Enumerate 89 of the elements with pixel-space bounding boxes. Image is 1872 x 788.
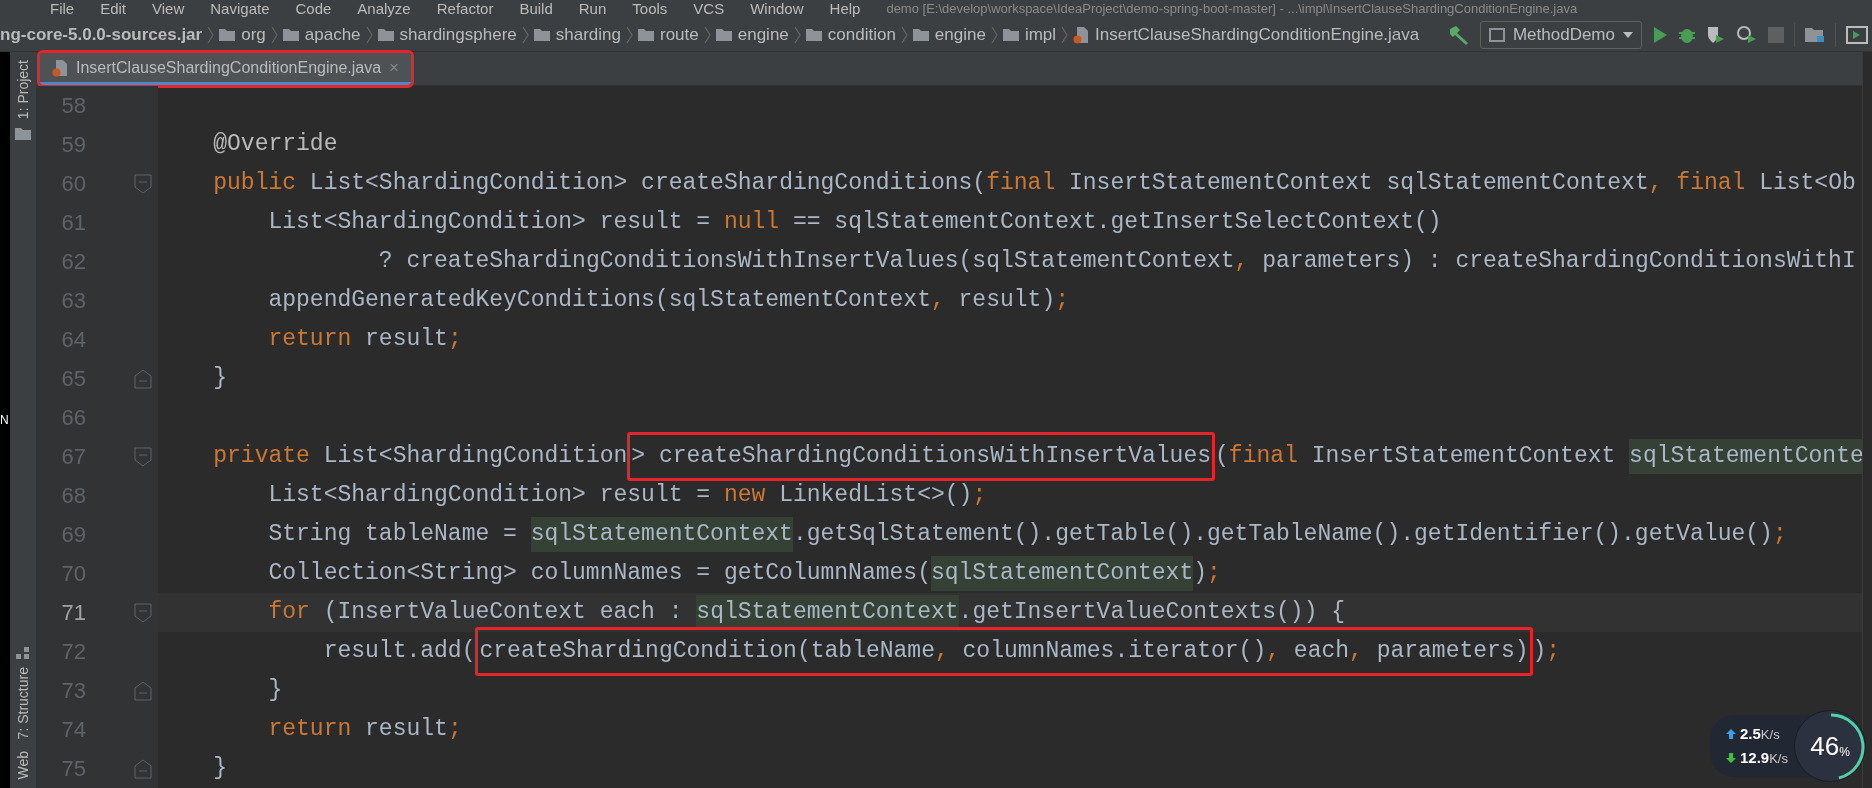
code-token: ; — [1772, 520, 1787, 550]
code-token: ; — [1546, 637, 1561, 667]
code-token: sqlStatementContext — [530, 517, 793, 552]
code-token: ; — [447, 715, 462, 745]
window-title: demo [E:\develop\workspace\IdeaProject\demo-spring-boot-master] - ...\impl\InsertClauseShardingConditionEngine.java — [886, 0, 1578, 18]
code-token: List<ShardingCondition> result = — [268, 208, 712, 238]
menu-item[interactable]: Refactor — [436, 0, 494, 18]
menu-item[interactable]: Navigate — [210, 0, 270, 18]
code-token: result.add( — [323, 637, 476, 667]
code-token: List<Ob — [1759, 169, 1856, 199]
menu-item[interactable]: Help — [829, 0, 861, 18]
code-token: ; — [1207, 559, 1221, 589]
breadcrumb-item[interactable]: InsertClauseShardingConditionEngine.java — [1095, 21, 1420, 48]
tool-window-tab[interactable]: 7: Structure — [12, 667, 34, 740]
code-token: , — [1648, 169, 1663, 199]
code-token: null — [723, 208, 780, 238]
code-token: List<ShardingCondition — [323, 442, 628, 472]
gauge-value: 46% — [1809, 729, 1851, 763]
download-speed: 12.9K/s — [1740, 748, 1788, 768]
edge-letter: N — [0, 412, 9, 429]
code-token: , — [930, 286, 945, 316]
code-token: parameters) : createShardingConditionsWithI — [1262, 247, 1856, 277]
code-token: final — [986, 169, 1056, 199]
menu-item[interactable]: Code — [295, 0, 332, 18]
breadcrumb-item[interactable]: engine — [737, 21, 789, 48]
breadcrumb-item[interactable]: engine — [934, 21, 986, 48]
menu-item[interactable]: File — [50, 0, 75, 18]
menu-item[interactable]: Window — [750, 0, 804, 18]
breadcrumb-item[interactable]: org — [241, 21, 266, 48]
breadcrumb-item[interactable]: impl — [1024, 21, 1057, 48]
code-token: for — [268, 598, 310, 628]
code-token: } — [213, 364, 228, 394]
code-token: sqlStatementContext — [696, 595, 959, 630]
breadcrumb-item[interactable]: apache — [304, 21, 361, 48]
code-token: new — [723, 481, 766, 511]
menu-item[interactable]: Analyze — [357, 0, 411, 18]
code-token: result — [365, 715, 448, 745]
menu-item[interactable]: Build — [519, 0, 553, 18]
code-token: ; — [447, 325, 462, 355]
code-token: List<ShardingCondition> createShardingConditions( — [309, 169, 987, 199]
highlight-box: createShardingCondition(tableName, columnNames.iterator(), each, parameters) — [475, 627, 1533, 676]
line-number: 71 — [60, 599, 86, 627]
code-annotation: @Override — [213, 130, 338, 160]
code-token: ; — [1055, 286, 1069, 316]
menu-item[interactable]: Edit — [100, 0, 127, 18]
code-token: ( — [1215, 442, 1229, 472]
menu-item[interactable]: VCS — [693, 0, 725, 18]
code-token: ? createShardingConditionsWithInsertValues(sqlStatementContext — [378, 247, 1235, 277]
code-token: LinkedList<>() — [779, 481, 973, 511]
code-token: (InsertValueContext each : — [323, 598, 684, 628]
breadcrumb-item[interactable]: sharding — [555, 21, 621, 48]
code-token: sqlStatementConte — [1629, 439, 1862, 474]
code-token: public — [213, 169, 297, 199]
code-token: result — [365, 325, 448, 355]
tool-window-tab[interactable]: 1: Project — [12, 60, 34, 120]
code-token: return — [268, 325, 352, 355]
code-token: InsertStatementContext — [1311, 442, 1617, 472]
breadcrumb-item[interactable]: ng-core-5.0.0-sources.jar — [0, 21, 203, 48]
code-token: String tableName = — [268, 520, 518, 550]
code-token: , — [1234, 247, 1249, 277]
menu-item[interactable]: Run — [578, 0, 607, 18]
code-token: sqlStatementContext — [930, 556, 1194, 591]
tool-window-tab[interactable]: Web — [12, 751, 34, 780]
code-token: InsertStatementContext sqlStatementContext — [1069, 169, 1649, 199]
code-token: private — [213, 442, 310, 472]
breadcrumb-item[interactable]: condition — [827, 21, 896, 48]
code-token: final — [1228, 442, 1298, 472]
code-token: ; — [972, 481, 987, 511]
highlight-box: > createShardingConditionsWithInsertValues — [627, 432, 1215, 481]
breadcrumb-item[interactable]: route — [660, 21, 699, 48]
code-token: final — [1676, 169, 1746, 199]
breadcrumb-item[interactable]: shardingsphere — [399, 21, 517, 48]
code-token: .getInsertValueContexts()) { — [958, 598, 1346, 628]
code-token: } — [268, 676, 283, 706]
menu-item[interactable]: View — [152, 0, 185, 18]
code-token: ) — [1532, 637, 1547, 667]
code-token: } — [213, 754, 228, 784]
upload-speed: 2.5K/s — [1740, 723, 1780, 744]
code-token: return — [268, 715, 352, 745]
code-token: List<ShardingCondition> result = — [268, 481, 712, 511]
run-config-dropdown[interactable]: MethodDemo — [1479, 20, 1642, 49]
editor-tab[interactable]: InsertClauseShardingConditionEngine.java × — [40, 53, 412, 85]
code-token: Collection<String> columnNames = getColumnNames( — [268, 559, 931, 589]
code-token: result) — [958, 286, 1056, 316]
code-token: ) — [1193, 559, 1207, 589]
code-token: .getSqlStatement().getTable().getTableName().getIdentifier().getValue() — [792, 520, 1773, 550]
menu-item[interactable]: Tools — [632, 0, 668, 18]
code-token: appendGeneratedKeyConditions(sqlStatementContext — [268, 286, 931, 316]
code-token: == sqlStatementContext.getInsertSelectContext() — [792, 208, 1442, 238]
